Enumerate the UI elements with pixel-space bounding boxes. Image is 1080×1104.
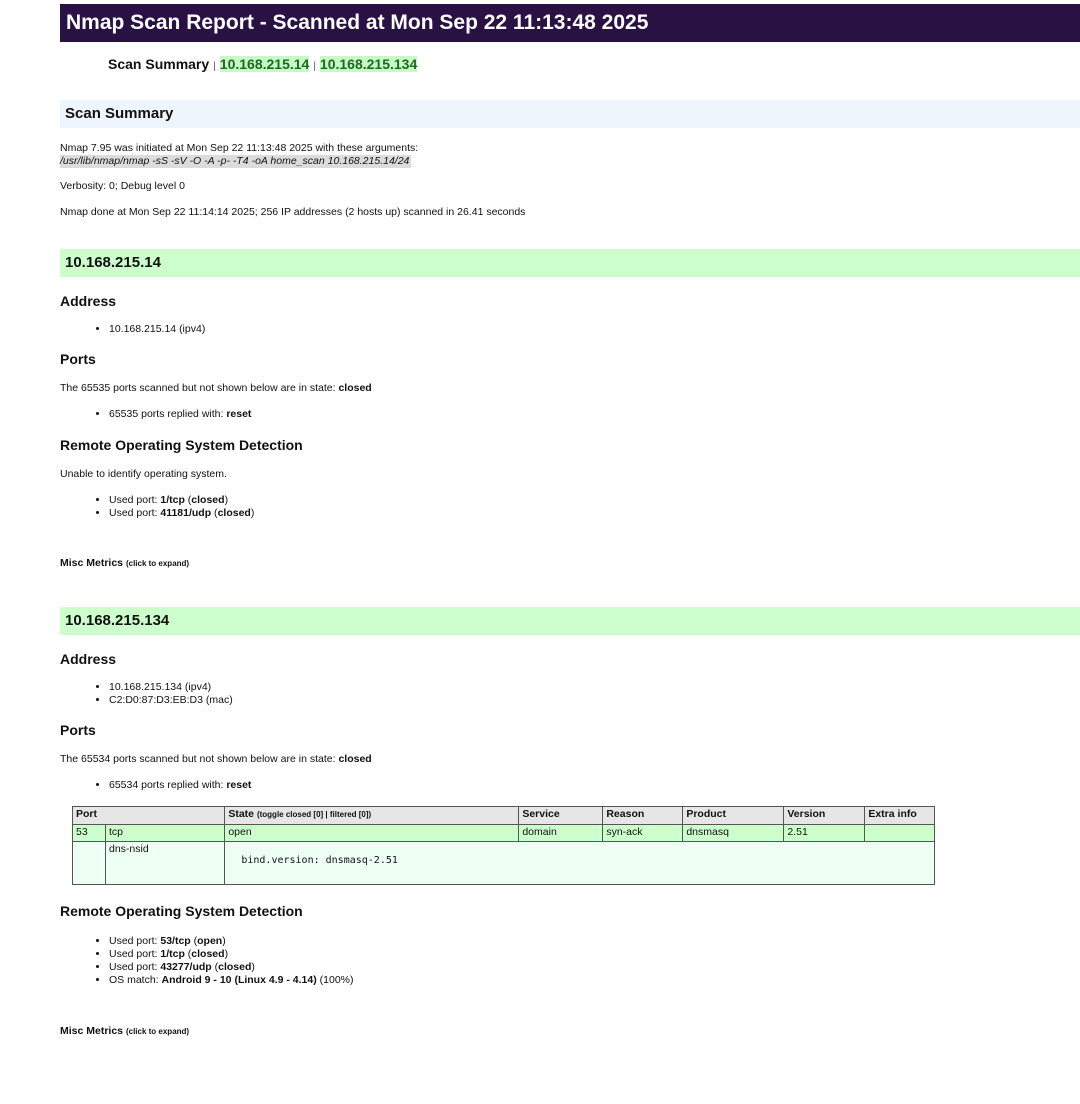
col-port: Port — [71, 806, 226, 825]
misc-metrics-toggle[interactable]: Misc Metrics (click to expand) — [60, 557, 1080, 569]
used-ports-list: Used port: 1/tcp (closed) Used port: 411… — [60, 494, 1080, 520]
ports-heading: Ports — [60, 351, 96, 367]
cell-protocol: tcp — [104, 824, 226, 842]
used-port-item: Used port: 41181/udp (closed) — [109, 507, 1080, 520]
col-state: State (toggle closed [0] | filtered [0]) — [224, 806, 520, 825]
ports-table-header: Port State (toggle closed [0] | filtered… — [71, 806, 935, 825]
used-port-item: Used port: 1/tcp (closed) — [109, 948, 1080, 961]
ports-table: Port State (toggle closed [0] | filtered… — [71, 806, 935, 885]
replied-list: 65534 ports replied with: reset — [60, 779, 1080, 792]
address-item: 10.168.215.14 (ipv4) — [109, 323, 1080, 336]
col-version: Version — [783, 806, 866, 825]
cell-service: domain — [518, 824, 604, 842]
cell-script-output: bind.version: dnsmasq-2.51 — [224, 841, 935, 885]
script-output: bind.version: dnsmasq-2.51 — [241, 855, 398, 866]
scan-summary-heading: Scan Summary — [60, 100, 1080, 128]
nav-host-link[interactable]: 10.168.215.134 — [319, 56, 418, 72]
os-unidentified-text: Unable to identify operating system. — [60, 468, 227, 480]
os-detection-heading: Remote Operating System Detection — [60, 437, 303, 453]
address-heading: Address — [60, 651, 117, 667]
scan-arguments: /usr/lib/nmap/nmap -sS -sV -O -A -p- -T4… — [60, 155, 412, 168]
cell-state: open — [224, 824, 520, 842]
address-heading: Address — [60, 293, 117, 309]
replied-list: 65535 ports replied with: reset — [60, 408, 1080, 421]
os-detection-heading: Remote Operating System Detection — [60, 903, 303, 919]
host-heading: 10.168.215.14 — [60, 249, 1080, 277]
used-port-item: Used port: 43277/udp (closed) — [109, 961, 1080, 974]
host-heading: 10.168.215.134 — [60, 607, 1080, 635]
script-row: dns-nsid bind.version: dnsmasq-2.51 — [72, 841, 935, 885]
cell-script-name: dns-nsid — [104, 841, 226, 885]
ports-heading: Ports — [60, 722, 96, 738]
ports-summary: The 65534 ports scanned but not shown be… — [60, 753, 372, 765]
verbosity-text: Verbosity: 0; Debug level 0 — [60, 180, 185, 192]
used-ports-list: Used port: 53/tcp (open) Used port: 1/tc… — [60, 935, 1080, 987]
scan-done-text: Nmap done at Mon Sep 22 11:14:14 2025; 2… — [60, 206, 526, 218]
ports-table-wrapper: Port State (toggle closed [0] | filtered… — [60, 806, 1080, 888]
nav-separator: | — [213, 61, 216, 72]
nav-scan-summary-link[interactable]: Scan Summary — [108, 56, 209, 72]
cell-port: 53 — [72, 824, 106, 842]
col-extra-info: Extra info — [864, 806, 935, 825]
cell-product: dnsmasq — [682, 824, 785, 842]
cell-extra-info — [864, 824, 935, 842]
replied-item: 65534 ports replied with: reset — [109, 779, 1080, 792]
address-item: C2:D0:87:D3:EB:D3 (mac) — [109, 694, 1080, 707]
os-match-item: OS match: Android 9 - 10 (Linux 4.9 - 4.… — [109, 974, 1080, 987]
report-page: Nmap Scan Report - Scanned at Mon Sep 22… — [60, 0, 1080, 1037]
report-title: Nmap Scan Report - Scanned at Mon Sep 22… — [60, 4, 1080, 42]
used-port-item: Used port: 1/tcp (closed) — [109, 494, 1080, 507]
col-reason: Reason — [602, 806, 684, 825]
cell-empty — [72, 841, 106, 885]
address-list: 10.168.215.14 (ipv4) — [60, 323, 1080, 336]
table-row: 53 tcp open domain syn-ack dnsmasq 2.51 — [72, 824, 935, 842]
used-port-item: Used port: 53/tcp (open) — [109, 935, 1080, 948]
col-product: Product — [682, 806, 785, 825]
nav-host-link[interactable]: 10.168.215.14 — [219, 56, 310, 72]
replied-item: 65535 ports replied with: reset — [109, 408, 1080, 421]
scan-initiated-text: Nmap 7.95 was initiated at Mon Sep 22 11… — [60, 142, 419, 154]
address-item: 10.168.215.134 (ipv4) — [109, 681, 1080, 694]
cell-reason: syn-ack — [602, 824, 684, 842]
top-navigation: Scan Summary | 10.168.215.14 | 10.168.215.13… — [108, 54, 1080, 74]
nav-separator: | — [313, 61, 316, 72]
toggle-closed-filtered-link[interactable]: (toggle closed [0] | filtered [0]) — [257, 810, 371, 819]
address-list: 10.168.215.134 (ipv4) C2:D0:87:D3:EB:D3 … — [60, 681, 1080, 707]
ports-summary: The 65535 ports scanned but not shown be… — [60, 382, 372, 394]
misc-metrics-toggle[interactable]: Misc Metrics (click to expand) — [60, 1025, 1080, 1037]
cell-version: 2.51 — [783, 824, 866, 842]
col-service: Service — [518, 806, 604, 825]
